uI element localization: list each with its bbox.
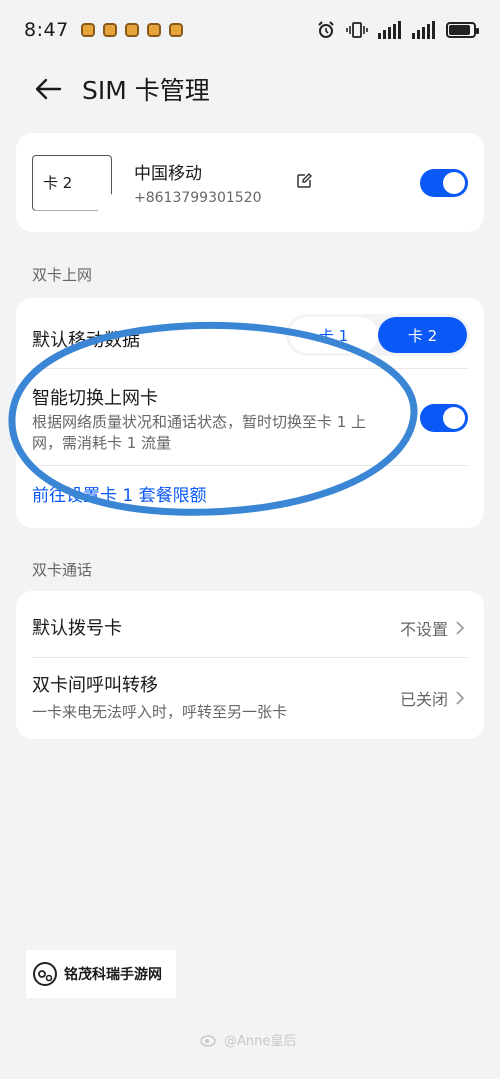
- back-arrow-icon: [35, 78, 62, 100]
- dual-call-card: 默认拨号卡 不设置 双卡间呼叫转移 一卡来电无法呼入时，呼转至另一张卡 已关闭: [16, 591, 484, 739]
- sim-enable-toggle[interactable]: [420, 169, 468, 197]
- status-time: 8:47: [24, 19, 69, 41]
- weibo-logo-icon: [200, 1034, 216, 1047]
- sim-info: 中国移动 +8613799301520: [134, 159, 262, 206]
- app-notification-icon: [124, 23, 139, 37]
- call-forward-description: 一卡来电无法呼入时，呼转至另一张卡: [32, 703, 288, 721]
- edit-icon[interactable]: [296, 173, 312, 189]
- system-icons: [316, 20, 479, 40]
- call-forward-value: 已关闭: [399, 690, 448, 709]
- controller-logo-icon: [33, 962, 57, 986]
- chevron-right-icon: [456, 691, 464, 705]
- divider: [32, 368, 468, 369]
- sim-card-icon: 卡 2: [32, 154, 112, 211]
- section-label-dual-call: 双卡通话: [32, 561, 93, 579]
- default-dial-value: 不设置: [399, 620, 448, 639]
- sim-slot-label: 卡 2: [43, 174, 73, 192]
- weibo-watermark: @Anne皇后: [200, 1030, 296, 1049]
- dual-data-card: 默认移动数据 卡 1 卡 2 智能切换上网卡 根据网络质量状况和通话状态，暂时切…: [16, 298, 484, 528]
- section-label-dual-data: 双卡上网: [32, 266, 93, 284]
- notification-icons: [80, 23, 183, 37]
- data-card-selector[interactable]: 卡 1 卡 2: [286, 314, 470, 356]
- data-option-card2[interactable]: 卡 2: [378, 317, 467, 353]
- divider: [32, 465, 468, 466]
- smart-switch-title: 智能切换上网卡: [32, 388, 158, 409]
- page-header: SIM 卡管理: [0, 64, 500, 114]
- default-dial-label: 默认拨号卡: [32, 618, 122, 639]
- default-dial-value-group: 不设置: [400, 616, 464, 640]
- app-notification-icon: [102, 23, 117, 37]
- battery-level: [449, 25, 471, 35]
- battery-icon: [446, 22, 479, 38]
- data-option-card1[interactable]: 卡 1: [289, 317, 378, 353]
- app-notification-icon: [80, 23, 95, 37]
- default-data-label: 默认移动数据: [32, 330, 140, 351]
- status-bar: 8:47: [0, 0, 500, 60]
- app-notification-icon: [168, 23, 183, 37]
- smart-switch-toggle[interactable]: [420, 404, 468, 432]
- site-watermark: 铭茂科瑞手游网: [26, 950, 176, 998]
- watermark-text: 铭茂科瑞手游网: [64, 967, 162, 983]
- vibrate-icon: [346, 22, 368, 38]
- back-button[interactable]: [24, 65, 72, 113]
- call-forward-row[interactable]: 双卡间呼叫转移 一卡来电无法呼入时，呼转至另一张卡 已关闭: [16, 658, 484, 739]
- alarm-icon: [318, 21, 334, 38]
- app-notification-icon: [146, 23, 161, 37]
- call-forward-value-group: 已关闭: [400, 686, 464, 710]
- sim-card-row[interactable]: 卡 2 中国移动 +8613799301520: [16, 133, 484, 232]
- call-forward-title: 双卡间呼叫转移: [32, 675, 158, 696]
- carrier-name: 中国移动: [134, 164, 202, 184]
- signal-icon: [378, 21, 401, 39]
- weibo-handle: @Anne皇后: [224, 1034, 297, 1049]
- smart-switch-description: 根据网络质量状况和通话状态，暂时切换至卡 1 上网，需消耗卡 1 流量: [32, 413, 367, 452]
- default-dial-row[interactable]: 默认拨号卡 不设置: [16, 591, 484, 657]
- plan-limit-link[interactable]: 前往设置卡 1 套餐限额: [32, 481, 207, 506]
- signal-icon: [412, 21, 435, 39]
- phone-number: +8613799301520: [134, 190, 262, 206]
- chevron-right-icon: [456, 621, 464, 635]
- page-title: SIM 卡管理: [82, 76, 210, 105]
